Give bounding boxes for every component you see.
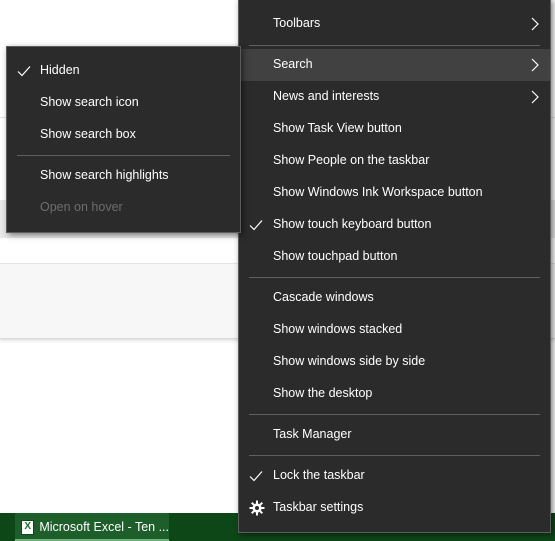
menu-item-label: Show Windows Ink Workspace button [273,185,483,199]
search-submenu: Hidden Show search icon Show search box … [6,46,241,233]
checkmark-icon [17,66,31,77]
taskbar-app-label: Microsoft Excel - Ten ... [39,520,169,534]
menu-separator [249,414,540,415]
menu-separator [249,277,540,278]
menu-item-label: Task Manager [273,427,352,441]
menu-item-show-the-desktop[interactable]: Show the desktop [239,378,550,410]
menu-item-toolbars[interactable]: Toolbars [239,8,550,40]
menu-item-show-windows-stacked[interactable]: Show windows stacked [239,314,550,346]
menu-separator [17,155,230,156]
chevron-right-icon [531,58,539,72]
submenu-item-show-search-box[interactable]: Show search box [7,119,240,151]
menu-item-show-task-view-button[interactable]: Show Task View button [239,113,550,145]
submenu-item-label: Show search highlights [40,168,169,182]
menu-item-label: Show windows side by side [273,354,426,368]
menu-item-show-touch-keyboard-button[interactable]: Show touch keyboard button [239,209,550,241]
menu-item-label: Show Task View button [273,121,402,135]
submenu-item-label: Hidden [40,63,80,77]
submenu-item-hidden[interactable]: Hidden [7,55,240,87]
menu-item-show-windows-ink-workspace-button[interactable]: Show Windows Ink Workspace button [239,177,550,209]
menu-item-label: Show People on the taskbar [273,153,430,167]
menu-item-label: Toolbars [273,16,321,30]
chevron-right-icon [531,17,539,31]
menu-item-search[interactable]: Search [239,49,550,81]
menu-separator [249,45,540,46]
menu-item-label: Show touchpad button [273,249,398,263]
submenu-item-open-on-hover: Open on hover [7,192,240,224]
menu-item-label: Search [273,57,313,71]
menu-item-label: Show windows stacked [273,322,403,336]
submenu-item-label: Show search icon [40,95,139,109]
menu-item-show-windows-side-by-side[interactable]: Show windows side by side [239,346,550,378]
taskbar-context-menu: Toolbars Search News and interests Show … [238,0,551,533]
menu-item-news-and-interests[interactable]: News and interests [239,81,550,113]
chevron-right-icon [531,90,539,104]
menu-item-label: Lock the taskbar [273,468,365,482]
excel-icon: X [21,519,35,535]
menu-item-label: News and interests [273,89,380,103]
menu-item-label: Taskbar settings [273,500,364,514]
menu-item-lock-the-taskbar[interactable]: Lock the taskbar [239,460,550,492]
menu-item-label: Show the desktop [273,386,373,400]
submenu-item-show-search-icon[interactable]: Show search icon [7,87,240,119]
menu-item-show-touchpad-button[interactable]: Show touchpad button [239,241,550,273]
menu-item-cascade-windows[interactable]: Cascade windows [239,282,550,314]
taskbar-app-excel[interactable]: X Microsoft Excel - Ten ... [15,513,169,541]
submenu-item-label: Show search box [40,127,136,141]
gear-icon [249,500,265,516]
checkmark-icon [249,220,263,231]
submenu-item-show-search-highlights[interactable]: Show search highlights [7,160,240,192]
menu-item-label: Show touch keyboard button [273,217,432,231]
menu-item-label: Cascade windows [273,290,374,304]
menu-separator [249,455,540,456]
menu-item-taskbar-settings[interactable]: Taskbar settings [239,492,550,524]
submenu-item-label: Open on hover [40,200,123,214]
checkmark-icon [249,471,263,482]
menu-item-task-manager[interactable]: Task Manager [239,419,550,451]
menu-item-show-people-on-taskbar[interactable]: Show People on the taskbar [239,145,550,177]
